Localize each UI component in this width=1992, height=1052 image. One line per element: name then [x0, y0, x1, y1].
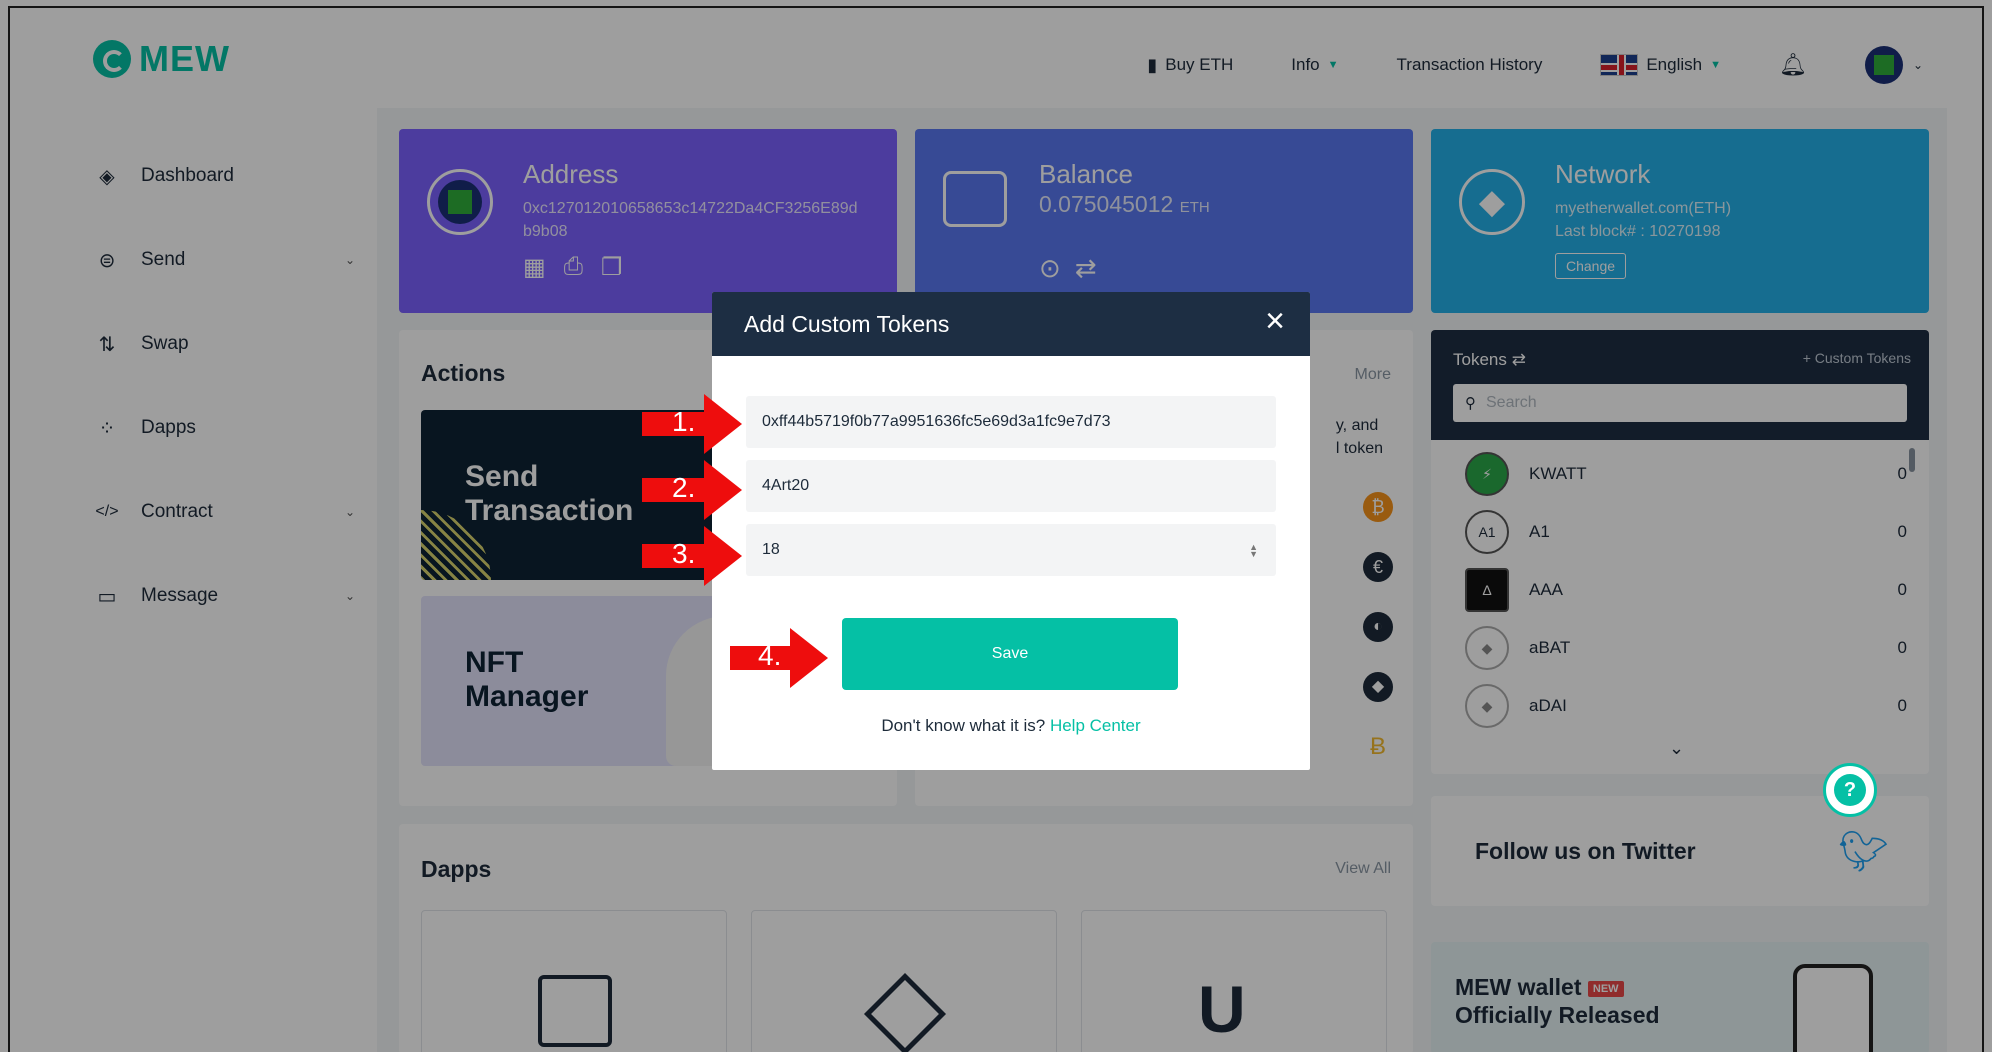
contract-address-field[interactable]: 0xff44b5719f0b77a9951636fc5e69d3a1fc9e7d…	[746, 396, 1276, 448]
arrow-head	[704, 460, 742, 520]
annotation-arrow-4: 4.	[730, 628, 830, 688]
contract-address-value: 0xff44b5719f0b77a9951636fc5e69d3a1fc9e7d…	[762, 413, 1111, 430]
dialog-title: Add Custom Tokens	[744, 311, 950, 337]
step-number-1: 1.	[672, 406, 696, 437]
decimals-field[interactable]: 18 ▲ ▼	[746, 524, 1276, 576]
number-spinner-icon[interactable]: ▲ ▼	[1249, 543, 1258, 559]
annotation-arrow-2: 2.	[642, 460, 742, 520]
annotation-arrow-3: 3.	[642, 526, 742, 586]
arrow-head	[704, 526, 742, 586]
arrow-head	[704, 394, 742, 454]
token-symbol-field[interactable]: 4Art20	[746, 460, 1276, 512]
annotation-arrow-1: 1.	[642, 394, 742, 454]
floating-help-button[interactable]: ?	[1823, 763, 1877, 817]
help-text: Don't know what it is? Help Center	[712, 716, 1310, 736]
step-number-3: 3.	[672, 538, 696, 569]
question-icon: ?	[1834, 774, 1866, 806]
help-center-link[interactable]: Help Center	[1050, 716, 1141, 735]
token-symbol-value: 4Art20	[762, 477, 810, 494]
step-number-2: 2.	[672, 472, 696, 503]
step-number-4: 4.	[758, 640, 782, 671]
close-icon[interactable]: ×	[1258, 304, 1292, 340]
arrow-head	[790, 628, 828, 688]
dialog-header: Add Custom Tokens ×	[712, 292, 1310, 356]
help-question: Don't know what it is?	[881, 716, 1046, 735]
save-button[interactable]: Save	[842, 618, 1178, 690]
add-custom-tokens-dialog: Add Custom Tokens × 0xff44b5719f0b77a995…	[712, 292, 1310, 770]
decimals-value: 18	[762, 541, 780, 558]
